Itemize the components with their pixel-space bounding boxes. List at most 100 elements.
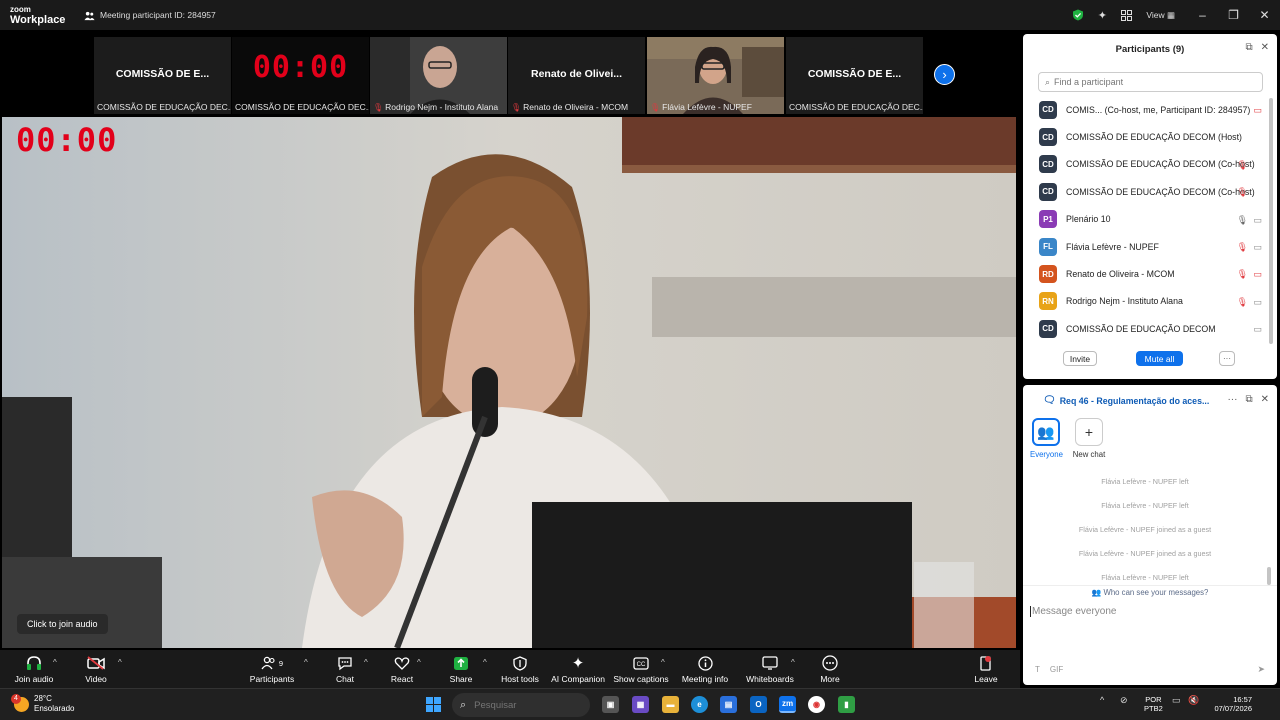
format-text-icon[interactable]: T	[1035, 665, 1040, 674]
participant-row[interactable]: CD COMISSÃO DE EDUCAÇÃO DECOM (Host)	[1039, 123, 1263, 150]
thumbnail-tile[interactable]: 🎙 Rodrigo Nejm - Instituto Alana	[370, 37, 507, 114]
chat-title[interactable]: 🗨 Req 46 - Regulamentação do aces...	[1043, 395, 1209, 406]
taskbar-search[interactable]: ⌕	[452, 693, 590, 717]
video-off-icon[interactable]: ▭	[1253, 105, 1262, 116]
host-tools-button[interactable]: Host tools	[499, 654, 541, 684]
join-audio-button[interactable]: Join audio	[10, 654, 58, 684]
participant-row[interactable]: FL Flávia Lefèvre - NUPEF 🎙 ▭	[1039, 233, 1263, 260]
chat-more-icon[interactable]: ···	[1227, 394, 1237, 405]
captions-options-caret[interactable]: ^	[661, 658, 665, 667]
keyboard-language[interactable]: POR PTB2	[1144, 695, 1163, 713]
ai-sparkle-icon[interactable]: ✦	[1095, 8, 1109, 22]
participants-button[interactable]: 9 Participants	[248, 654, 296, 684]
video-button[interactable]: Video	[78, 654, 114, 684]
participants-options-caret[interactable]: ^	[304, 658, 308, 667]
participant-row[interactable]: RN Rodrigo Nejm - Instituto Alana 🎙 ▭	[1039, 288, 1263, 315]
task-view-icon[interactable]: ▣	[602, 696, 619, 713]
thumbnail-tile[interactable]: 🎙 Flávia Lefèvre - NUPEF	[647, 37, 784, 114]
volume-icon[interactable]: 🔇	[1188, 695, 1199, 706]
join-audio-tooltip[interactable]: Click to join audio	[17, 614, 108, 634]
store-icon[interactable]: ▤	[720, 696, 737, 713]
mute-all-button[interactable]: Mute all	[1136, 351, 1183, 366]
meeting-id-info[interactable]: Meeting participant ID: 284957	[84, 10, 216, 21]
participant-row[interactable]: CD COMIS... (Co-host, me, Participant ID:…	[1039, 96, 1263, 123]
avatar: P1	[1039, 210, 1057, 229]
mic-muted-icon[interactable]: 🎙	[1237, 242, 1248, 253]
weather-widget[interactable]: 4 28°C Ensolarado	[11, 693, 74, 714]
react-button[interactable]: React	[386, 654, 418, 684]
chat-button[interactable]: Chat	[329, 654, 361, 684]
mic-muted-icon[interactable]: 🎙	[1237, 297, 1248, 308]
chevron-right-icon: ›	[942, 67, 947, 82]
share-button[interactable]: Share	[446, 654, 476, 684]
taskbar-search-input[interactable]	[474, 699, 565, 711]
whiteboards-options-caret[interactable]: ^	[791, 658, 795, 667]
video-off-icon[interactable]: ▭	[1253, 269, 1262, 280]
who-can-see-link[interactable]: 👥 Who can see your messages?	[1023, 588, 1277, 597]
security-shield-icon[interactable]	[1071, 8, 1085, 22]
file-explorer-icon[interactable]: ▬	[662, 696, 679, 713]
leave-button[interactable]: Leave	[970, 654, 1002, 684]
share-options-caret[interactable]: ^	[483, 658, 487, 667]
chrome-icon[interactable]: ◉	[808, 696, 825, 713]
participant-row[interactable]: CD COMISSÃO DE EDUCAÇÃO DECOM (Co-host) 🎙	[1039, 178, 1263, 205]
audio-options-caret[interactable]: ^	[53, 658, 57, 667]
chat-options-caret[interactable]: ^	[364, 658, 368, 667]
close-icon[interactable]: ✕	[1261, 394, 1269, 405]
mic-on-icon[interactable]: 🎙	[1237, 215, 1248, 226]
react-options-caret[interactable]: ^	[417, 658, 421, 667]
edge-browser-icon[interactable]: e	[691, 696, 708, 713]
video-on-icon[interactable]: ▭	[1253, 242, 1262, 253]
video-options-caret[interactable]: ^	[118, 658, 122, 667]
meeting-info-button[interactable]: Meeting info	[680, 654, 730, 684]
green-app-icon[interactable]: ▮	[838, 696, 855, 713]
start-button[interactable]	[426, 697, 441, 712]
chat-scrollbar[interactable]	[1267, 567, 1271, 585]
minimize-button[interactable]: –	[1187, 8, 1218, 22]
thumbnail-tile[interactable]: 00:00 COMISSÃO DE EDUCAÇÃO DEC...	[232, 37, 369, 114]
participant-search-box[interactable]: ⌕	[1038, 72, 1263, 92]
participant-row[interactable]: RD Renato de Oliveira - MCOM 🎙 ▭	[1039, 260, 1263, 287]
widgets-icon[interactable]: ▦	[632, 696, 649, 713]
close-icon[interactable]: ✕	[1261, 42, 1269, 53]
popout-icon[interactable]: ⧉	[1245, 42, 1252, 53]
participant-row[interactable]: CD COMISSÃO DE EDUCAÇÃO DECOM ▭	[1039, 315, 1263, 342]
thumbnail-tile[interactable]: Renato de Olivei... 🎙 Renato de Oliveira …	[508, 37, 645, 114]
participants-more-button[interactable]: ···	[1219, 351, 1235, 366]
ai-companion-button[interactable]: ✦ AI Companion	[551, 654, 605, 684]
participant-row[interactable]: P1 Plenário 10 🎙 ▭	[1039, 206, 1263, 233]
display-icon[interactable]: ▭	[1172, 695, 1181, 706]
next-page-button[interactable]: ›	[934, 64, 955, 85]
whiteboards-button[interactable]: Whiteboards	[744, 654, 796, 684]
zoom-app-icon[interactable]: zm	[779, 696, 796, 713]
message-input[interactable]: Message everyone	[1030, 606, 1117, 617]
system-clock[interactable]: 16:57 07/07/2026	[1208, 695, 1252, 713]
video-on-icon[interactable]: ▭	[1253, 297, 1262, 308]
video-on-icon[interactable]: ▭	[1253, 324, 1262, 335]
network-icon[interactable]: ⊘	[1120, 695, 1128, 706]
popout-icon[interactable]: ⧉	[1245, 394, 1252, 405]
apps-grid-icon[interactable]	[1119, 8, 1133, 22]
speaker-video-image	[2, 117, 1016, 648]
thumbnail-tile[interactable]: COMISSÃO DE E... COMISSÃO DE EDUCAÇÃO DE…	[94, 37, 231, 114]
send-icon[interactable]: ➤	[1257, 664, 1265, 675]
more-button[interactable]: More	[815, 654, 845, 684]
invite-button[interactable]: Invite	[1063, 351, 1097, 366]
view-menu-button[interactable]: View ▦	[1146, 10, 1175, 21]
outlook-icon[interactable]: O	[750, 696, 767, 713]
active-speaker-video[interactable]: 00:00 Click to join audio	[2, 117, 1016, 648]
video-on-icon[interactable]: ▭	[1253, 215, 1262, 226]
participant-row[interactable]: CD COMISSÃO DE EDUCAÇÃO DECOM (Co-host) 🎙	[1039, 151, 1263, 178]
mic-muted-icon[interactable]: 🎙	[1237, 160, 1248, 171]
thumbnail-tile[interactable]: COMISSÃO DE E... COMISSÃO DE EDUCAÇÃO DE…	[786, 37, 923, 114]
maximize-button[interactable]: ❐	[1218, 8, 1249, 22]
gif-button[interactable]: GIF	[1050, 665, 1063, 674]
participant-list-scrollbar[interactable]	[1269, 98, 1273, 344]
mic-muted-icon[interactable]: 🎙	[1237, 187, 1248, 198]
participant-search-input[interactable]	[1054, 77, 1255, 87]
tray-chevron-icon[interactable]: ^	[1100, 695, 1104, 705]
mic-muted-icon[interactable]: 🎙	[1237, 269, 1248, 280]
channel-new-chat[interactable]: + New chat	[1071, 418, 1107, 459]
channel-everyone[interactable]: 👥 Everyone	[1030, 418, 1063, 459]
close-window-button[interactable]: ✕	[1249, 8, 1280, 22]
